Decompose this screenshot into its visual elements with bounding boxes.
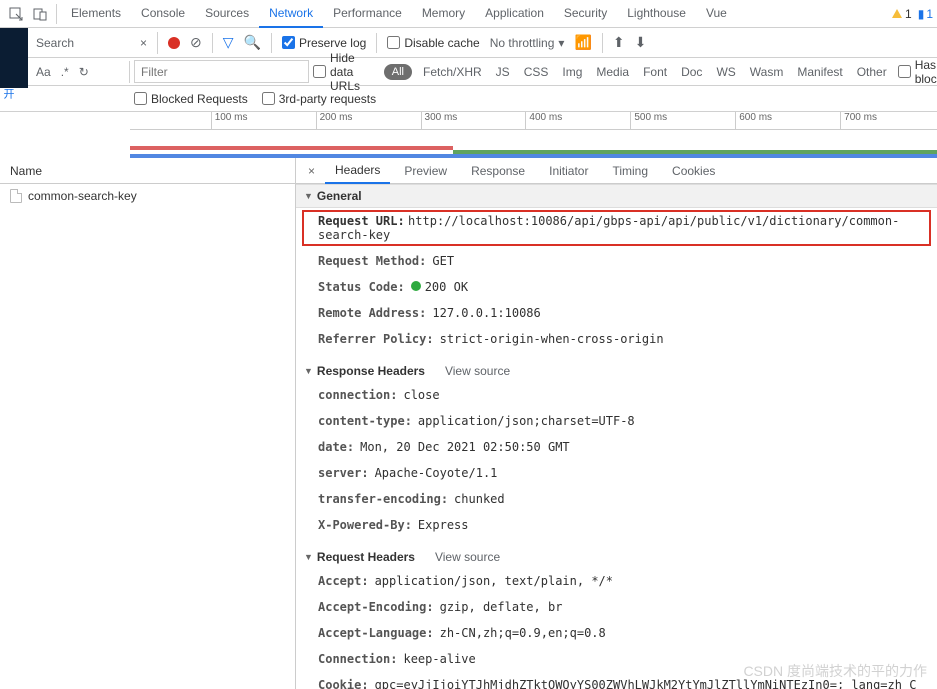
tab-console[interactable]: Console xyxy=(131,0,195,28)
upload-icon[interactable]: ⬆ xyxy=(613,34,625,51)
connection-row: connection:close xyxy=(296,382,937,408)
filter-type-manifest[interactable]: Manifest xyxy=(794,63,845,81)
filter-type-doc[interactable]: Doc xyxy=(678,63,705,81)
device-icon[interactable] xyxy=(30,5,50,23)
tab-application[interactable]: Application xyxy=(475,0,554,28)
accept-encoding-row: Accept-Encoding:gzip, deflate, br xyxy=(296,594,937,620)
name-column-header[interactable]: Name xyxy=(0,158,295,184)
remote-address-row: Remote Address:127.0.0.1:10086 xyxy=(296,300,937,326)
filter-type-all[interactable]: All xyxy=(384,64,412,80)
triangle-down-icon: ▼ xyxy=(304,366,313,376)
hide-data-urls-checkbox[interactable]: Hide data URLs xyxy=(313,51,376,93)
filter-type-other[interactable]: Other xyxy=(854,63,890,81)
status-dot-icon xyxy=(411,281,421,291)
download-icon[interactable]: ⬇ xyxy=(635,34,647,51)
filter-type-fetch[interactable]: Fetch/XHR xyxy=(420,63,485,81)
triangle-down-icon: ▼ xyxy=(304,191,313,201)
request-method-row: Request Method:GET xyxy=(296,248,937,274)
search-icon[interactable]: 🔍 xyxy=(244,34,261,51)
request-url-row: Request URL: http://localhost:10086/api/… xyxy=(302,210,931,246)
view-source-link[interactable]: View source xyxy=(435,550,500,564)
connection-req-row: Connection:keep-alive xyxy=(296,646,937,672)
filter-type-js[interactable]: JS xyxy=(493,63,513,81)
wifi-icon[interactable]: 📶 xyxy=(574,34,591,51)
tab-security[interactable]: Security xyxy=(554,0,617,28)
has-blocked-checkbox[interactable]: Has bloc xyxy=(898,58,937,86)
blocked-requests-checkbox[interactable]: Blocked Requests xyxy=(134,92,248,106)
filter-input[interactable] xyxy=(134,60,309,83)
request-name: common-search-key xyxy=(28,189,137,203)
referrer-policy-row: Referrer Policy:strict-origin-when-cross… xyxy=(296,326,937,352)
tab-sources[interactable]: Sources xyxy=(195,0,259,28)
filter-type-media[interactable]: Media xyxy=(593,63,632,81)
file-icon xyxy=(10,189,22,203)
content-type-row: content-type:application/json;charset=UT… xyxy=(296,408,937,434)
close-detail-icon[interactable]: × xyxy=(302,164,321,178)
transfer-encoding-row: transfer-encoding:chunked xyxy=(296,486,937,512)
filter-type-img[interactable]: Img xyxy=(559,63,585,81)
preserve-log-checkbox[interactable]: Preserve log xyxy=(282,36,366,50)
cookie-row: Cookie:gpc=eyJjIjoiYTJhMjdhZTktOWQyYS00Z… xyxy=(296,672,937,689)
warnings-badge[interactable]: 1 xyxy=(892,7,912,21)
server-row: server:Apache-Coyote/1.1 xyxy=(296,460,937,486)
close-search-icon[interactable]: × xyxy=(140,36,147,50)
detail-tab-headers[interactable]: Headers xyxy=(325,158,390,184)
left-panel-toggle[interactable]: 开 xyxy=(0,88,16,99)
response-headers-section[interactable]: ▼Response HeadersView source xyxy=(296,360,937,382)
x-powered-by-row: X-Powered-By:Express xyxy=(296,512,937,538)
detail-tab-response[interactable]: Response xyxy=(461,159,535,183)
view-source-link[interactable]: View source xyxy=(445,364,510,378)
devtools-topbar: Elements Console Sources Network Perform… xyxy=(0,0,937,28)
filter-type-ws[interactable]: WS xyxy=(713,63,738,81)
chevron-down-icon: ▾ xyxy=(558,36,564,50)
request-headers-section[interactable]: ▼Request HeadersView source xyxy=(296,546,937,568)
search-label: Search xyxy=(36,36,74,50)
status-code-row: Status Code:200 OK xyxy=(296,274,937,300)
throttling-select[interactable]: No throttling ▾ xyxy=(490,36,565,50)
tab-vue[interactable]: Vue xyxy=(696,0,737,28)
triangle-down-icon: ▼ xyxy=(304,552,313,562)
date-row: date:Mon, 20 Dec 2021 02:50:50 GMT xyxy=(296,434,937,460)
regex-toggle[interactable]: .* xyxy=(61,65,69,79)
refresh-icon[interactable]: ↻ xyxy=(79,65,89,79)
detail-tab-cookies[interactable]: Cookies xyxy=(662,159,725,183)
clear-icon[interactable]: ⊘ xyxy=(190,34,202,51)
filter-type-css[interactable]: CSS xyxy=(521,63,552,81)
filter-icon[interactable]: ▽ xyxy=(223,34,234,51)
disable-cache-checkbox[interactable]: Disable cache xyxy=(387,36,479,50)
filter-type-font[interactable]: Font xyxy=(640,63,670,81)
tab-lighthouse[interactable]: Lighthouse xyxy=(617,0,696,28)
filter-type-wasm[interactable]: Wasm xyxy=(747,63,787,81)
detail-tab-timing[interactable]: Timing xyxy=(602,159,658,183)
accept-language-row: Accept-Language:zh-CN,zh;q=0.9,en;q=0.8 xyxy=(296,620,937,646)
messages-badge[interactable]: ▮ 1 xyxy=(918,7,933,21)
record-icon[interactable] xyxy=(168,37,180,49)
inspect-icon[interactable] xyxy=(6,5,26,23)
detail-tab-preview[interactable]: Preview xyxy=(394,159,457,183)
tab-network[interactable]: Network xyxy=(259,0,323,28)
tab-memory[interactable]: Memory xyxy=(412,0,475,28)
accept-row: Accept:application/json, text/plain, */* xyxy=(296,568,937,594)
detail-tab-initiator[interactable]: Initiator xyxy=(539,159,598,183)
match-case-toggle[interactable]: Aa xyxy=(36,65,51,79)
request-row[interactable]: common-search-key xyxy=(0,184,295,208)
third-party-checkbox[interactable]: 3rd-party requests xyxy=(262,92,376,106)
network-timeline[interactable]: 100 ms 200 ms 300 ms 400 ms 500 ms 600 m… xyxy=(130,112,937,158)
tab-elements[interactable]: Elements xyxy=(61,0,131,28)
tab-performance[interactable]: Performance xyxy=(323,0,412,28)
general-section-header[interactable]: ▼General xyxy=(296,184,937,208)
